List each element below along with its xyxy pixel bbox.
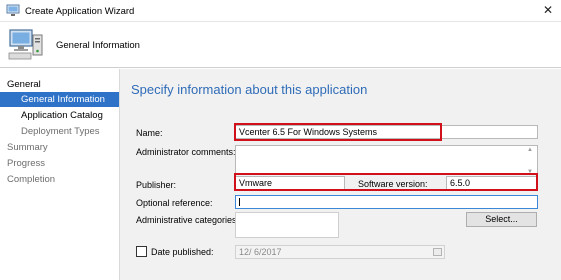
name-label: Name:: [136, 128, 163, 138]
select-button[interactable]: Select...: [466, 212, 537, 227]
text-caret: [239, 198, 240, 206]
wizard-nav: General General Information Application …: [0, 69, 119, 280]
optional-reference-label: Optional reference:: [136, 198, 213, 208]
admin-comments-label: Administrator comments:: [136, 147, 236, 157]
nav-item-general-information[interactable]: General Information: [0, 92, 119, 107]
wizard-header: General Information: [0, 22, 561, 68]
date-published-label: Date published:: [151, 247, 214, 257]
close-icon[interactable]: ✕: [539, 2, 557, 19]
date-published-field[interactable]: 12/ 6/2017: [235, 245, 445, 259]
header-title: General Information: [56, 40, 140, 51]
admin-categories-list[interactable]: [235, 212, 339, 238]
admin-comments-field[interactable]: [235, 145, 538, 175]
publisher-version-highlight-box: [234, 173, 538, 191]
optional-reference-field[interactable]: [235, 195, 538, 209]
nav-item-completion[interactable]: Completion: [7, 174, 55, 185]
calendar-icon[interactable]: [433, 248, 442, 256]
nav-item-application-catalog[interactable]: Application Catalog: [21, 110, 103, 121]
name-highlight-box: [234, 123, 442, 141]
admin-categories-label: Administrative categories:: [136, 215, 240, 225]
comments-scroll-icon[interactable]: ▲ ▼: [526, 147, 534, 175]
nav-item-deployment-types[interactable]: Deployment Types: [21, 126, 100, 137]
wizard-app-icon: [6, 4, 20, 16]
date-published-checkbox[interactable]: [136, 246, 147, 257]
publisher-label: Publisher:: [136, 180, 177, 190]
computer-setup-icon: [8, 29, 43, 60]
date-published-value: 12/ 6/2017: [239, 247, 282, 257]
nav-item-summary[interactable]: Summary: [7, 142, 48, 153]
nav-group-general: General: [7, 79, 41, 90]
nav-item-progress[interactable]: Progress: [7, 158, 45, 169]
title-bar: Create Application Wizard ✕: [0, 0, 561, 22]
window-title: Create Application Wizard: [25, 6, 135, 17]
page-heading: Specify information about this applicati…: [131, 82, 368, 97]
